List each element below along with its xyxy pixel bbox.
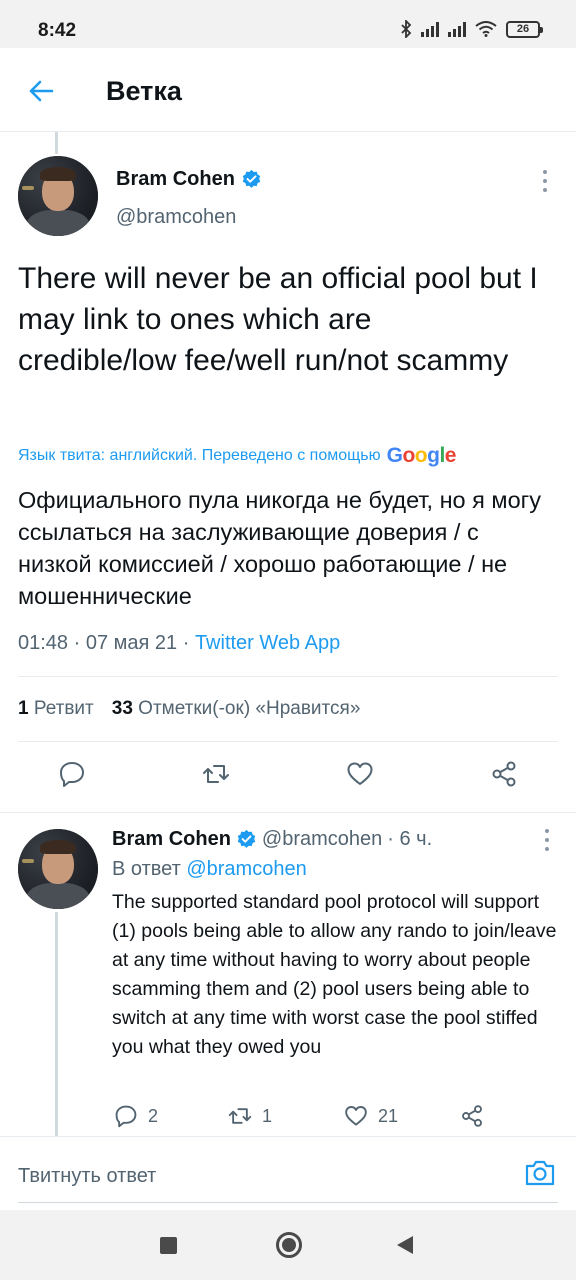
- reply-age: · 6 ч.: [387, 828, 433, 850]
- signal-icon-2: [448, 21, 466, 37]
- reply-header: Bram Cohen @bramcohen · 6 ч.: [112, 828, 432, 851]
- author-name[interactable]: Bram Cohen: [116, 168, 262, 191]
- reply-action-share[interactable]: [460, 1104, 484, 1128]
- reply-input[interactable]: Твитнуть ответ: [18, 1165, 156, 1188]
- divider: [18, 1202, 558, 1203]
- avatar[interactable]: [18, 156, 98, 236]
- home-icon[interactable]: [276, 1232, 302, 1258]
- reply-actions: 2 1 21: [0, 1104, 576, 1130]
- share-icon: [462, 1105, 482, 1127]
- reply-to-handle[interactable]: @bramcohen: [186, 858, 306, 880]
- translated-text: Официального пула никогда не будет, но я…: [18, 487, 541, 609]
- reply-author-name[interactable]: Bram Cohen: [112, 828, 231, 851]
- retweets-count: 1: [262, 1105, 273, 1126]
- divider: [18, 676, 558, 677]
- reply-action-reply[interactable]: 2: [114, 1104, 158, 1128]
- wifi-icon: [475, 21, 497, 37]
- tweet-stats: 1 Ретвит 33 Отметки(-ок) «Нравится»: [18, 698, 360, 720]
- app-header: Ветка: [0, 48, 576, 132]
- compose-reply-bar: Твитнуть ответ: [0, 1136, 576, 1206]
- divider: [0, 812, 576, 813]
- translation-note: Язык твита: английский. Переведено с пом…: [18, 444, 456, 468]
- more-options-icon[interactable]: [544, 829, 550, 851]
- author-name-text: Bram Cohen: [116, 168, 235, 190]
- verified-badge-icon: [242, 169, 261, 188]
- reply-prefix: В ответ: [112, 858, 181, 880]
- retweet-icon: [228, 1108, 252, 1124]
- like-heart-icon[interactable]: [346, 760, 374, 788]
- reply-text: The supported standard pool protocol wil…: [112, 891, 557, 1058]
- back-arrow-icon[interactable]: [26, 76, 56, 106]
- retweets-stat[interactable]: 1 Ретвит: [18, 698, 94, 720]
- status-icons: 26: [400, 20, 543, 38]
- reply-icon: [115, 1105, 137, 1128]
- likes-count: 21: [378, 1105, 399, 1126]
- camera-icon[interactable]: [524, 1157, 556, 1189]
- signal-icon: [421, 21, 439, 37]
- retweet-icon[interactable]: [202, 760, 230, 788]
- share-icon[interactable]: [490, 760, 518, 788]
- system-back-icon[interactable]: [397, 1236, 413, 1254]
- replies-count: 2: [148, 1105, 159, 1126]
- tweet-source-app[interactable]: Twitter Web App: [195, 632, 340, 654]
- battery-icon: 26: [506, 20, 543, 38]
- tweet-meta: 01:48 · 07 мая 21 · Twitter Web App: [18, 632, 341, 654]
- verified-badge-icon: [237, 829, 256, 848]
- reply-action-like[interactable]: 21: [344, 1104, 398, 1128]
- like-heart-icon: [345, 1106, 367, 1126]
- divider: [18, 741, 558, 742]
- more-options-icon[interactable]: [542, 170, 548, 192]
- page-title: Ветка: [106, 76, 182, 106]
- likes-stat[interactable]: 33 Отметки(-ок) «Нравится»: [112, 698, 361, 720]
- reply-action-retweet[interactable]: 1: [228, 1104, 272, 1128]
- reply-author-handle[interactable]: @bramcohen: [262, 828, 382, 851]
- author-handle[interactable]: @bramcohen: [116, 206, 236, 229]
- translation-note-text: Язык твита: английский. Переведено с пом…: [18, 447, 381, 464]
- tweet-text: There will never be an official pool but…: [18, 262, 538, 377]
- reply-avatar[interactable]: [18, 829, 98, 909]
- tweet-actions: [0, 760, 576, 794]
- status-time: 8:42: [38, 20, 77, 41]
- recent-apps-icon[interactable]: [160, 1237, 177, 1254]
- tweet-time: 01:48: [18, 632, 69, 654]
- bluetooth-icon: [401, 20, 412, 38]
- tweet-date: 07 мая 21: [85, 632, 178, 654]
- thread-line: [55, 912, 58, 1136]
- status-bar: 8:42 26: [0, 0, 576, 48]
- replying-to: В ответ @bramcohen: [112, 858, 307, 881]
- google-logo: Google: [386, 444, 457, 467]
- thread-line: [55, 132, 58, 154]
- system-nav-bar: [0, 1210, 576, 1280]
- reply-icon[interactable]: [58, 760, 86, 788]
